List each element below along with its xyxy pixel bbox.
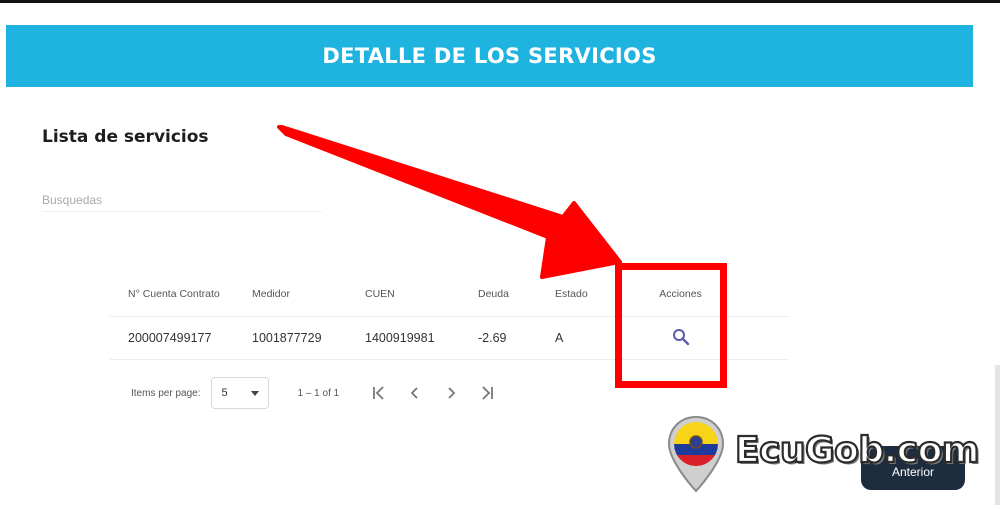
cell-cuen: 1400919981 <box>365 331 435 345</box>
page-title: DETALLE DE LOS SERVICIOS <box>322 44 657 68</box>
page-banner: DETALLE DE LOS SERVICIOS <box>6 25 973 87</box>
cell-estado: A <box>555 331 564 345</box>
cell-medidor: 1001877729 <box>252 331 322 345</box>
anterior-button[interactable]: Anterior <box>861 446 965 490</box>
previous-page-icon[interactable] <box>397 378 433 408</box>
paginator-nav <box>361 378 505 408</box>
table-row: 200007499177 1001877729 1400919981 -2.69… <box>110 317 788 360</box>
last-page-icon[interactable] <box>469 378 505 408</box>
right-edge-strip <box>995 365 1000 505</box>
page-range-label: 1 – 1 of 1 <box>297 387 340 399</box>
column-header-cuenta-contrato[interactable]: N° Cuenta Contrato <box>110 288 252 300</box>
cell-cuenta-contrato: 200007499177 <box>128 331 212 345</box>
services-table: N° Cuenta Contrato Medidor CUEN Deuda Es… <box>110 272 788 360</box>
paginator: Items per page: 5 1 – 1 of 1 <box>110 376 788 410</box>
top-divider <box>0 0 1000 3</box>
search-input[interactable] <box>42 190 322 210</box>
search-icon[interactable] <box>672 328 690 346</box>
items-per-page-label: Items per page: <box>131 387 201 399</box>
table-header-row: N° Cuenta Contrato Medidor CUEN Deuda Es… <box>110 272 788 317</box>
first-page-icon[interactable] <box>361 378 397 408</box>
next-page-icon[interactable] <box>433 378 469 408</box>
ecuador-flag-pin-logo <box>667 415 725 493</box>
caret-down-icon <box>251 390 260 396</box>
section-title: Lista de servicios <box>42 127 209 147</box>
column-header-estado[interactable]: Estado <box>555 288 633 300</box>
items-per-page-value: 5 <box>221 387 228 399</box>
search-field <box>42 190 322 212</box>
cell-acciones <box>633 328 728 349</box>
column-header-medidor[interactable]: Medidor <box>252 288 365 300</box>
column-header-cuen[interactable]: CUEN <box>365 288 478 300</box>
items-per-page-select[interactable]: 5 <box>211 377 270 409</box>
column-header-acciones: Acciones <box>659 288 702 300</box>
column-header-deuda[interactable]: Deuda <box>478 288 555 300</box>
cell-deuda: -2.69 <box>478 331 507 345</box>
